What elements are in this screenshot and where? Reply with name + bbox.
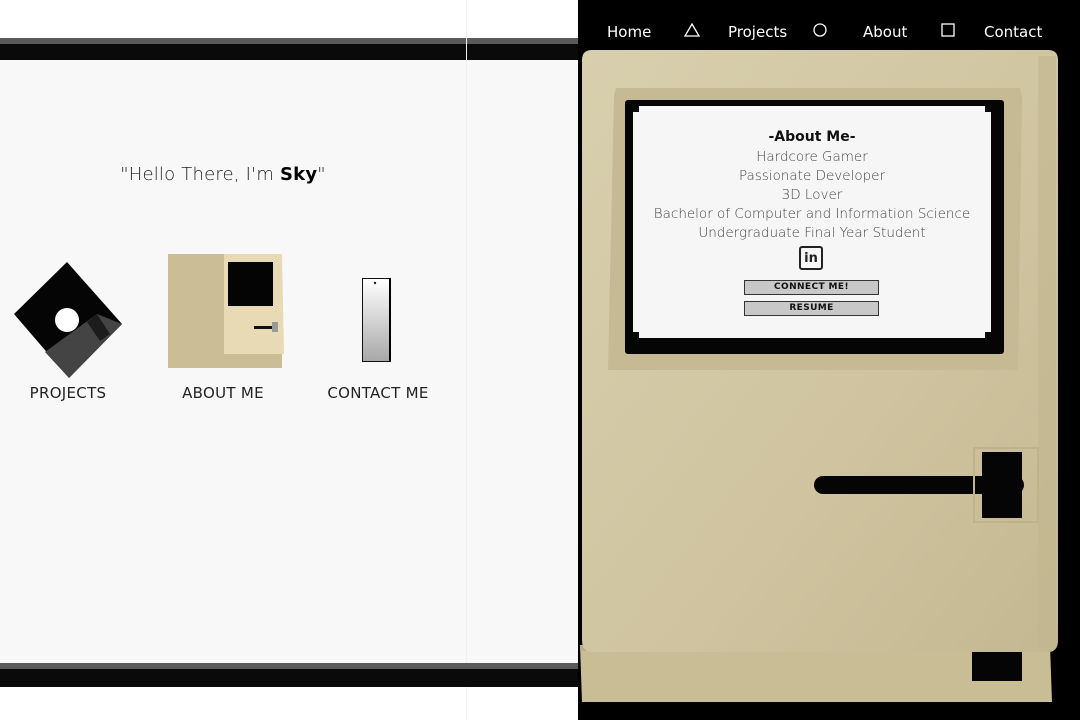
nav-home[interactable]: Home	[607, 23, 651, 41]
about-heading: -About Me-	[768, 129, 856, 145]
square-icon	[941, 23, 955, 37]
triangle-icon	[684, 22, 700, 37]
screen-corner	[985, 332, 991, 338]
phone-icon	[362, 278, 391, 362]
screen-corner	[985, 106, 991, 112]
greeting-prefix: "Hello There, I'm	[120, 164, 280, 185]
nav-contact[interactable]: Contact	[984, 23, 1042, 41]
about-line: 3D Lover	[781, 187, 843, 203]
top-navigation: Home Projects About Contact	[578, 0, 1080, 52]
circle-icon	[813, 23, 827, 37]
about-line: Passionate Developer	[738, 168, 886, 184]
greeting-suffix: "	[317, 164, 326, 185]
nav-projects[interactable]: Projects	[728, 23, 787, 41]
about-me-app-icon[interactable]: ABOUT ME	[148, 250, 298, 410]
about-line: Hardcore Gamer	[756, 149, 868, 165]
contact-me-app-icon[interactable]: CONTACT ME	[303, 250, 453, 410]
floppy-disk-icon	[14, 262, 122, 378]
vintage-computer-scene: -About Me- Hardcore Gamer Passionate Dev…	[578, 0, 1080, 720]
background-seam	[466, 0, 467, 720]
about-line: Bachelor of Computer and Information Sci…	[653, 206, 971, 222]
projects-label: PROJECTS	[29, 384, 107, 402]
connect-me-button[interactable]: CONNECT ME!	[744, 280, 879, 295]
greeting-text: "Hello There, I'm Sky"	[0, 164, 446, 185]
monitor-bezel-bottom	[0, 663, 578, 687]
screen-corner	[633, 332, 639, 338]
about-me-screen: -About Me- Hardcore Gamer Passionate Dev…	[633, 106, 991, 338]
screen-corner	[633, 106, 639, 112]
vintage-computer-icon	[168, 254, 284, 368]
about-line: Undergraduate Final Year Student	[698, 225, 926, 241]
resume-button[interactable]: RESUME	[744, 301, 879, 316]
contact-me-label: CONTACT ME	[327, 384, 429, 402]
background-scene: "Hello There, I'm Sky" PROJECTS ABOUT ME	[0, 0, 578, 720]
monitor-bezel-top	[0, 38, 578, 60]
greeting-name: Sky	[279, 164, 318, 185]
projects-app-icon[interactable]: PROJECTS	[0, 250, 143, 410]
nav-about[interactable]: About	[863, 23, 907, 41]
linkedin-icon[interactable]: in	[799, 246, 823, 270]
about-me-label: ABOUT ME	[182, 384, 264, 402]
